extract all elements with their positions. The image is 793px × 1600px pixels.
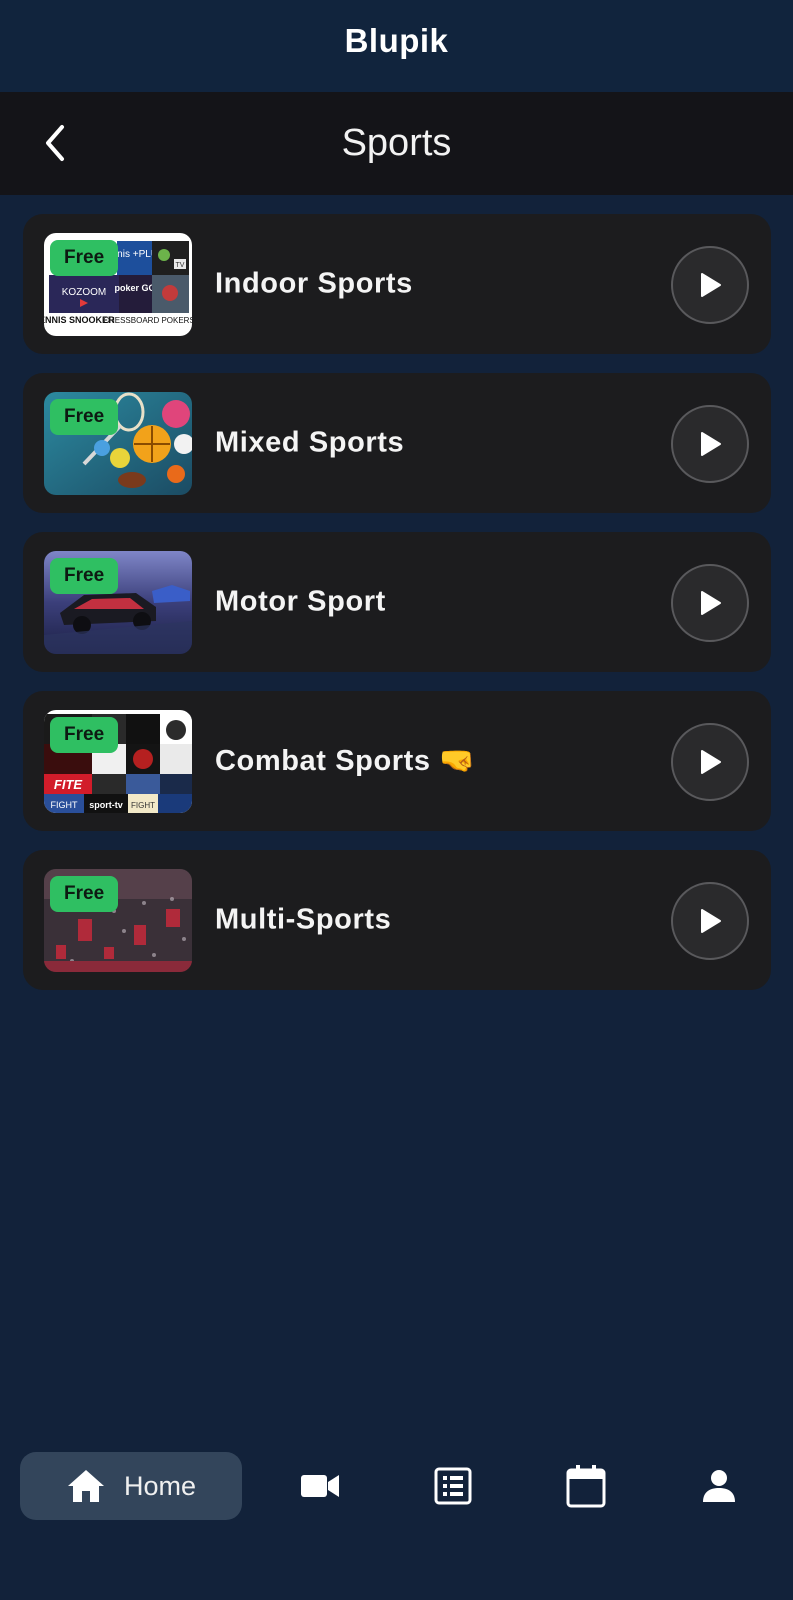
play-icon bbox=[701, 273, 721, 297]
thumb-text-fight-2: FIGHT bbox=[131, 801, 155, 810]
tab-profile[interactable] bbox=[689, 1452, 749, 1520]
app-title: Blupik bbox=[344, 22, 449, 59]
play-button[interactable] bbox=[671, 405, 749, 483]
home-icon bbox=[67, 1470, 104, 1502]
thumb-text-tv: TV bbox=[176, 262, 185, 269]
video-camera-icon bbox=[301, 1475, 339, 1497]
free-badge: Free bbox=[50, 717, 119, 753]
play-icon bbox=[701, 591, 721, 615]
category-title: Multi-Sports bbox=[215, 903, 392, 936]
play-button[interactable] bbox=[671, 723, 749, 801]
back-button[interactable] bbox=[30, 118, 80, 168]
category-card-motor-sport[interactable]: Free Motor Sport bbox=[23, 532, 771, 672]
play-button[interactable] bbox=[671, 882, 749, 960]
race-car-image: Free bbox=[44, 551, 192, 654]
play-icon bbox=[701, 750, 721, 774]
play-button[interactable] bbox=[671, 246, 749, 324]
tab-calendar[interactable] bbox=[556, 1452, 616, 1520]
stadium-crowd-image: Free bbox=[44, 869, 192, 972]
category-title: Indoor Sports bbox=[215, 267, 413, 300]
nav-bar: Sports bbox=[0, 92, 793, 195]
calendar-icon bbox=[566, 1465, 606, 1508]
thumb-text-sport-tv: sport-tv bbox=[89, 800, 123, 810]
free-badge: Free bbox=[50, 558, 119, 594]
thumb-text-fite: FITE bbox=[54, 777, 82, 792]
page-title: Sports bbox=[341, 122, 452, 164]
category-list: tennis +PLUS TV KOZOOM poker GO TENNIS S… bbox=[23, 214, 771, 1009]
chevron-left-icon bbox=[46, 125, 64, 161]
tab-home-label: Home bbox=[123, 1470, 197, 1501]
combat-sports-collage-image: FITE FIGHT sport-tv FIGHT Free bbox=[44, 710, 192, 813]
category-title: Combat Sports 🤜 bbox=[215, 745, 477, 777]
free-badge: Free bbox=[50, 399, 119, 435]
category-title: Motor Sport bbox=[215, 585, 386, 618]
category-card-mixed-sports[interactable]: Free Mixed Sports bbox=[23, 373, 771, 513]
thumb-text-fight: FIGHT bbox=[51, 800, 78, 810]
tab-videos[interactable] bbox=[290, 1452, 350, 1520]
category-card-indoor-sports[interactable]: tennis +PLUS TV KOZOOM poker GO TENNIS S… bbox=[23, 214, 771, 354]
tab-list[interactable] bbox=[423, 1452, 483, 1520]
bottom-tab-bar: Home bbox=[0, 1440, 793, 1600]
category-title: Mixed Sports bbox=[215, 426, 405, 459]
free-badge: Free bbox=[50, 876, 119, 912]
category-card-multi-sports[interactable]: Free Multi-Sports bbox=[23, 850, 771, 990]
play-icon bbox=[701, 909, 721, 933]
tab-home[interactable]: Home bbox=[20, 1452, 242, 1520]
thumb-text-chessboard: CHESSBOARD POKERS bbox=[103, 316, 192, 325]
play-button[interactable] bbox=[671, 564, 749, 642]
category-card-combat-sports[interactable]: FITE FIGHT sport-tv FIGHT Free Combat Sp… bbox=[23, 691, 771, 831]
free-badge: Free bbox=[50, 240, 119, 276]
thumb-text-poker: poker GO bbox=[114, 283, 155, 293]
list-icon bbox=[434, 1467, 472, 1505]
person-icon bbox=[703, 1470, 735, 1502]
thumb-text-kozoom: KOZOOM bbox=[62, 287, 106, 298]
app-header: Blupik bbox=[0, 0, 793, 92]
indoor-sports-collage-image: tennis +PLUS TV KOZOOM poker GO TENNIS S… bbox=[44, 233, 192, 336]
mixed-sports-balls-image: Free bbox=[44, 392, 192, 495]
play-icon bbox=[701, 432, 721, 456]
